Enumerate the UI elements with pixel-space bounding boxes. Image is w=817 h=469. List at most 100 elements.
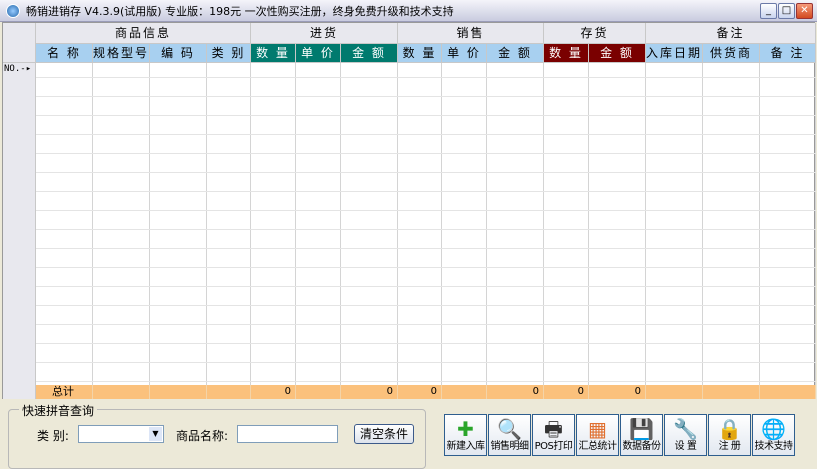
grid-line [36,191,816,192]
grid-line [36,77,816,78]
toolbar-button[interactable]: ▦ 汇总统计 [576,414,619,456]
quick-search-title: 快速拼音查询 [19,402,98,419]
grid-line [815,63,816,385]
column-header[interactable]: 数 量 [544,44,589,63]
column-header[interactable]: 金 额 [341,44,398,63]
grid-line [36,286,816,287]
row-marker: NO.-▸ [4,64,32,74]
total-cell: 0 [398,385,442,399]
column-header[interactable]: 供货商 [703,44,760,63]
total-cell: 0 [341,385,398,399]
total-cell: 0 [487,385,544,399]
column-header[interactable]: 数 量 [398,44,442,63]
grid-line [759,63,760,385]
grid-line [36,267,816,268]
total-cell [760,385,816,399]
column-header[interactable]: 备 注 [760,44,816,63]
window-title: 畅销进销存 V4.3.9(试用版) 专业版：198元 一次性购买注册，终身免费升… [26,4,454,18]
total-label: 总计 [36,385,93,399]
floppy-icon: 💾 [629,417,654,441]
toolbar-button-label: 新建入库 [446,441,486,452]
grid-line [36,343,816,344]
group-header: 备注 [646,23,816,44]
toolbar-button[interactable]: 🖶 POS打印 [532,414,575,456]
toolbar-button-label: POS打印 [534,441,573,452]
column-header[interactable]: 单 价 [296,44,341,63]
clear-conditions-button[interactable]: 清空条件 [354,424,414,444]
column-header[interactable]: 金 额 [589,44,646,63]
total-cell [207,385,251,399]
chevron-down-icon[interactable]: ▼ [149,427,162,441]
grid-line [36,115,816,116]
corner-cell [3,23,36,63]
maximize-button[interactable]: □ [778,3,795,19]
total-row: 总计 0 0 0 0 0 0 [36,385,816,399]
toolbar-button[interactable]: 💾 数据备份 [620,414,663,456]
toolbar-button[interactable]: 🔍 销售明细 [488,414,531,456]
column-header[interactable]: 数 量 [251,44,296,63]
toolbar-button[interactable]: ✚ 新建入库 [444,414,487,456]
grid-line [645,63,646,385]
toolbar-button-label: 设 置 [674,441,697,452]
column-header[interactable]: 单 价 [442,44,487,63]
lock-icon: 🔒 [717,417,742,441]
product-name-label: 商品名称: [176,429,229,443]
toolbar-button-label: 数据备份 [622,441,662,452]
grid-line [36,381,816,382]
group-header: 进货 [251,23,398,44]
total-cell: 0 [589,385,646,399]
grid-line [36,229,816,230]
total-cell [703,385,760,399]
close-button[interactable]: ✕ [796,3,813,19]
toolbar-button-label: 销售明细 [490,441,530,452]
grid-line [441,63,442,385]
title-bar: 畅销进销存 V4.3.9(试用版) 专业版：198元 一次性购买注册，终身免费升… [0,0,817,22]
total-cell: 0 [544,385,589,399]
grid-line [92,63,93,385]
toolbar-button-label: 技术支持 [754,441,794,452]
app-icon [6,3,20,18]
grid-line [250,63,251,385]
grid-line [397,63,398,385]
total-cell [442,385,487,399]
category-select[interactable]: ▼ [78,425,164,443]
grid-line [206,63,207,385]
grid-line [36,324,816,325]
total-cell [296,385,341,399]
total-cell [93,385,150,399]
group-header: 商品信息 [36,23,251,44]
grid-line [588,63,589,385]
grid-line [295,63,296,385]
inventory-grid[interactable]: NO.-▸ 商品信息 进货 销售 存货 备注名 称规格型号编 码类 别数 量单 价金 额… [2,22,816,399]
toolbar-button[interactable]: 🌐 技术支持 [752,414,795,456]
column-header[interactable]: 金 额 [487,44,544,63]
grid-line [340,63,341,385]
category-label: 类 别: [37,429,69,443]
grid-line [702,63,703,385]
toolbar-button-label: 注 册 [718,441,741,452]
product-name-input[interactable] [237,425,338,443]
total-cell: 0 [251,385,296,399]
toolbar-button[interactable]: 🔒 注 册 [708,414,751,456]
plus-icon: ✚ [457,417,474,441]
column-header[interactable]: 规格型号 [93,44,150,63]
group-header: 存货 [544,23,646,44]
magnifier-icon: 🔍 [497,417,522,441]
column-header[interactable]: 类 别 [207,44,251,63]
column-header[interactable]: 编 码 [150,44,207,63]
grid-line [543,63,544,385]
row-header-column [3,63,36,399]
grid-line [36,305,816,306]
grid-line [36,134,816,135]
grid-line [36,172,816,173]
calendar-icon: ▦ [588,417,607,441]
grid-line [36,210,816,211]
column-header[interactable]: 名 称 [36,44,93,63]
grid-line [36,362,816,363]
grid-line [486,63,487,385]
group-header: 销售 [398,23,544,44]
minimize-button[interactable]: _ [760,3,777,19]
toolbar-button-label: 汇总统计 [578,441,618,452]
column-header[interactable]: 入库日期 [646,44,703,63]
toolbar-button[interactable]: 🔧 设 置 [664,414,707,456]
